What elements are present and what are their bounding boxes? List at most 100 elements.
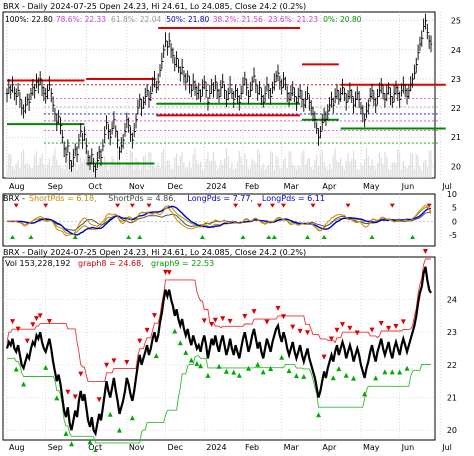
- volume-bar: [209, 160, 211, 178]
- stock-chart: 20 21 22 23 24 25 Aug Sep Oct Nov Dec 2024 Feb Mar Apr…: [0, 0, 474, 453]
- volume-bar: [258, 153, 261, 178]
- volume-bar: [161, 152, 163, 178]
- volume-bar: [15, 164, 17, 178]
- volume-bar: [424, 159, 427, 178]
- volume-bar: [317, 166, 320, 178]
- volume-bar: [83, 159, 86, 178]
- volume-bar: [371, 159, 373, 178]
- volume-bar: [426, 167, 428, 178]
- volume-bar: [218, 167, 220, 178]
- volume-bar: [247, 169, 250, 178]
- price-x-tick-label: 2024: [206, 182, 226, 191]
- volume-bar: [201, 169, 204, 178]
- volume-bar: [329, 163, 331, 178]
- volume-bar: [330, 169, 333, 178]
- volume-bar: [220, 159, 222, 178]
- channel-y-tick-label: 21: [447, 394, 457, 403]
- volume-bar: [176, 152, 178, 178]
- volume-bar: [34, 155, 36, 178]
- volume-bar: [222, 164, 224, 178]
- volume-bar: [159, 167, 161, 178]
- volume-bar: [323, 161, 325, 178]
- volume-bar: [375, 169, 377, 178]
- volume-bar: [271, 152, 274, 178]
- price-x-tick-label: Nov: [129, 182, 145, 191]
- volume-bar: [400, 169, 403, 178]
- volume-bar: [81, 162, 84, 178]
- volume-bar: [181, 151, 183, 178]
- volume-bar: [380, 157, 382, 178]
- volume-bar: [107, 169, 109, 178]
- volume-bar: [255, 163, 257, 178]
- volume-bar: [104, 155, 106, 178]
- sell-arrow-marker: [422, 248, 428, 254]
- volume-bar: [312, 169, 314, 178]
- volume-bar: [378, 152, 380, 178]
- volume-bar: [139, 169, 141, 178]
- volume-bar: [122, 166, 124, 178]
- channel-x-tick-label: 2024: [206, 443, 226, 452]
- volume-bar: [67, 149, 69, 178]
- channel-legend-entry: graph8 = 24.68,: [78, 259, 144, 268]
- volume-bar: [146, 169, 148, 178]
- volume-bar: [52, 155, 54, 178]
- price-x-tick-label: Apr: [322, 182, 337, 191]
- volume-bar: [6, 170, 8, 178]
- volume-bar: [347, 153, 349, 178]
- volume-bar: [349, 162, 351, 178]
- volume-bar: [373, 166, 375, 178]
- volume-bar: [340, 158, 342, 178]
- volume-bar: [428, 151, 430, 178]
- volume-bar: [11, 166, 14, 178]
- volume-bar: [28, 164, 30, 178]
- volume-bar: [207, 151, 209, 178]
- volume-bar: [290, 151, 292, 178]
- volume-bar: [192, 155, 194, 178]
- channel-x-tick-label: Apr: [322, 443, 337, 452]
- volume-bar: [275, 155, 277, 178]
- volume-bar: [260, 168, 262, 178]
- oscillator-legend-entry: ShortPds = 4.86,: [108, 194, 176, 203]
- volume-bar: [225, 148, 227, 178]
- volume-bar: [133, 169, 135, 178]
- volume-bar: [231, 162, 233, 178]
- volume-bar: [17, 160, 19, 178]
- volume-bar: [157, 162, 159, 178]
- volume-bar: [172, 168, 174, 178]
- volume-bar: [253, 160, 255, 178]
- price-chart-title: BRX - Daily 2024-07-25 Open 24.23, Hi 24…: [3, 2, 306, 11]
- volume-bar: [410, 152, 412, 178]
- volume-bar: [327, 169, 329, 178]
- volume-bar: [277, 158, 279, 178]
- volume-bar: [282, 159, 285, 178]
- volume-bar: [187, 167, 189, 178]
- volume-bar: [389, 169, 392, 178]
- oscillator-title: BRX -: [3, 194, 25, 203]
- volume-bar: [126, 164, 128, 178]
- volume-bar: [13, 169, 15, 178]
- volume-bar: [131, 152, 133, 178]
- volume-bar: [411, 153, 414, 178]
- price-y-tick-label: 24: [451, 46, 461, 55]
- volume-bar: [76, 169, 78, 178]
- volume-bar: [140, 167, 143, 178]
- channel-x-tick-label: Nov: [129, 443, 145, 452]
- volume-bar: [281, 168, 283, 178]
- volume-bar: [305, 165, 307, 178]
- volume-bar: [257, 149, 259, 178]
- price-x-tick-label: Dec: [168, 182, 183, 191]
- volume-bar: [214, 160, 216, 178]
- volume-bar: [74, 162, 76, 178]
- volume-bar: [45, 169, 47, 178]
- volume-bar: [32, 168, 34, 178]
- volume-bar: [152, 165, 154, 178]
- volume-bar: [24, 164, 27, 178]
- price-y-tick-label: 25: [451, 17, 461, 26]
- volume-bar: [388, 168, 390, 178]
- volume-bar: [48, 158, 50, 178]
- volume-bar: [384, 151, 386, 178]
- buy-arrow-marker: [69, 441, 75, 447]
- volume-bar: [417, 155, 419, 178]
- volume-bar: [341, 166, 344, 178]
- volume-bar: [386, 157, 388, 178]
